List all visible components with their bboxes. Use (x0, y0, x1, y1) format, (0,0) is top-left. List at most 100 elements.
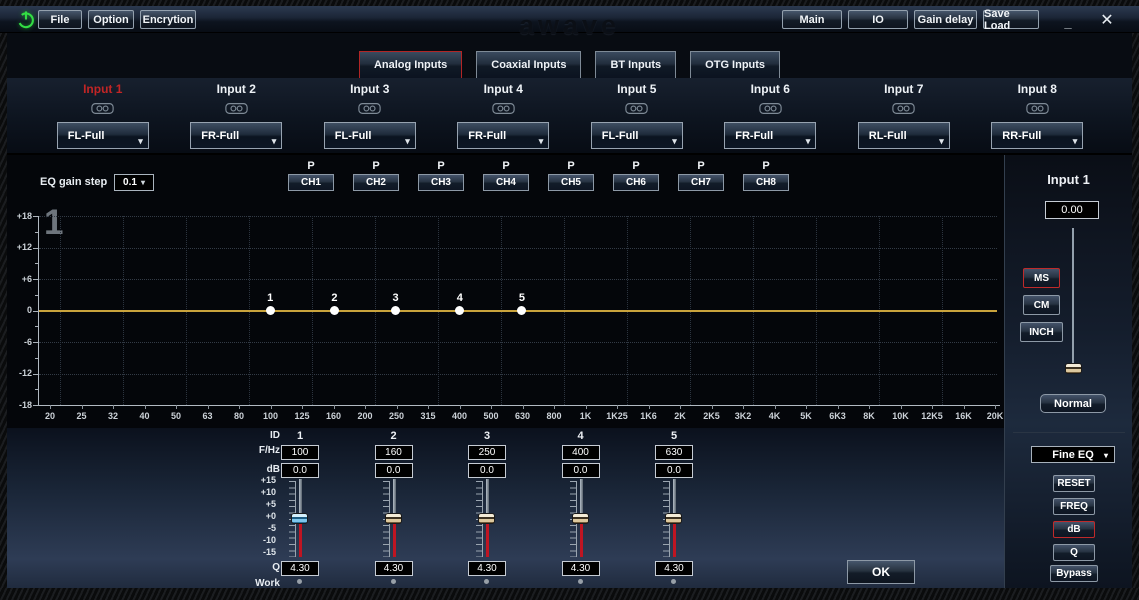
slider-thumb[interactable] (1065, 363, 1082, 374)
main-button[interactable]: Main (782, 10, 842, 29)
channel-select[interactable]: FL-Full ▾ (324, 122, 416, 149)
reset-button[interactable]: RESET (1053, 475, 1095, 492)
eq-point[interactable] (391, 306, 400, 315)
input-label[interactable]: Input 2 (217, 82, 256, 96)
band-q-input[interactable]: 4.30 (468, 561, 506, 576)
work-indicator (578, 579, 583, 584)
normal-button[interactable]: Normal (1040, 394, 1106, 413)
input-label[interactable]: Input 7 (884, 82, 923, 96)
link-icon[interactable] (225, 102, 248, 115)
slider-thumb[interactable] (291, 513, 308, 524)
eq-band: 1 100 0.0 4.30 (270, 428, 330, 588)
band-slider[interactable] (393, 479, 396, 559)
tab-coaxial-inputs[interactable]: Coaxial Inputs (476, 51, 581, 78)
axis-tick (365, 405, 366, 409)
link-icon[interactable] (91, 102, 114, 115)
ch-button[interactable]: CH2 (353, 174, 399, 191)
ch-button[interactable]: CH7 (678, 174, 724, 191)
slider-thumb[interactable] (665, 513, 682, 524)
channel-select[interactable]: FL-Full ▾ (591, 122, 683, 149)
freq-button[interactable]: FREQ (1053, 498, 1095, 515)
chevron-down-icon: ▾ (672, 136, 677, 147)
slider-thumb[interactable] (572, 513, 589, 524)
band-slider[interactable] (673, 479, 676, 559)
ch-button[interactable]: CH4 (483, 174, 529, 191)
link-icon[interactable] (759, 102, 782, 115)
eq-point[interactable] (455, 306, 464, 315)
band-q-input[interactable]: 4.30 (655, 561, 693, 576)
channel-select[interactable]: FR-Full ▾ (457, 122, 549, 149)
io-button[interactable]: IO (848, 10, 908, 29)
freq-axis-label: 160 (317, 411, 351, 421)
unit-ms-button[interactable]: MS (1023, 268, 1060, 288)
channel-select[interactable]: FR-Full ▾ (190, 122, 282, 149)
band-q-input[interactable]: 4.30 (562, 561, 600, 576)
ok-button[interactable]: OK (847, 560, 915, 584)
band-freq-input[interactable]: 100 (281, 445, 319, 460)
channel-select[interactable]: RR-Full ▾ (991, 122, 1083, 149)
eq-point-label: 5 (512, 292, 532, 304)
band-freq-input[interactable]: 630 (655, 445, 693, 460)
band-freq-input[interactable]: 400 (562, 445, 600, 460)
band-slider[interactable] (580, 479, 583, 559)
gain-delay-button[interactable]: Gain delay (914, 10, 977, 29)
eq-point[interactable] (517, 306, 526, 315)
tab-bt-inputs[interactable]: BT Inputs (595, 51, 676, 78)
eq-point[interactable] (266, 306, 275, 315)
eq-point[interactable] (330, 306, 339, 315)
channel-select[interactable]: FL-Full ▾ (57, 122, 149, 149)
input-label[interactable]: Input 1 (83, 82, 122, 96)
band-db-input[interactable]: 0.0 (655, 463, 693, 478)
tab-otg-inputs[interactable]: OTG Inputs (690, 51, 780, 78)
delay-slider[interactable] (1072, 228, 1074, 374)
band-db-input[interactable]: 0.0 (468, 463, 506, 478)
band-freq-input[interactable]: 160 (375, 445, 413, 460)
input-label[interactable]: Input 4 (484, 82, 523, 96)
unit-inch-button[interactable]: INCH (1020, 322, 1063, 342)
unit-cm-button[interactable]: CM (1023, 295, 1060, 315)
band-db-input[interactable]: 0.0 (562, 463, 600, 478)
slider-thumb[interactable] (478, 513, 495, 524)
band-q-input[interactable]: 4.30 (281, 561, 319, 576)
q-button[interactable]: Q (1053, 544, 1095, 561)
band-freq-input[interactable]: 250 (468, 445, 506, 460)
chevron-down-icon: ▾ (1104, 451, 1108, 460)
ch-button[interactable]: CH6 (613, 174, 659, 191)
link-icon[interactable] (1026, 102, 1049, 115)
save-load-button[interactable]: Save Load (983, 10, 1039, 29)
ch-button[interactable]: CH5 (548, 174, 594, 191)
tab-analog-inputs[interactable]: Analog Inputs (359, 51, 462, 78)
link-icon[interactable] (625, 102, 648, 115)
eq-mode-select[interactable]: Fine EQ ▾ (1031, 446, 1115, 463)
link-icon[interactable] (892, 102, 915, 115)
band-q-input[interactable]: 4.30 (375, 561, 413, 576)
link-icon[interactable] (492, 102, 515, 115)
ch-button[interactable]: CH3 (418, 174, 464, 191)
x-axis (38, 405, 1000, 406)
carbon-frame-bottom (0, 588, 1139, 600)
delay-value-input[interactable]: 0.00 (1045, 201, 1099, 219)
eq-gain-step-select[interactable]: 0.1 ▾ (114, 174, 154, 191)
channel-select[interactable]: FR-Full ▾ (724, 122, 816, 149)
minimize-button[interactable]: _ (1057, 6, 1079, 30)
axis-tick (869, 405, 870, 409)
input-label[interactable]: Input 8 (1018, 82, 1057, 96)
input-label[interactable]: Input 6 (751, 82, 790, 96)
input-label[interactable]: Input 5 (617, 82, 656, 96)
input-label[interactable]: Input 3 (350, 82, 389, 96)
band-db-input[interactable]: 0.0 (281, 463, 319, 478)
db-button[interactable]: dB (1053, 521, 1095, 538)
band-db-input[interactable]: 0.0 (375, 463, 413, 478)
ch-button[interactable]: CH1 (288, 174, 334, 191)
close-icon[interactable]: ✕ (1094, 9, 1120, 31)
eq-mode-value: Fine EQ (1052, 449, 1094, 461)
slider-track-lower (393, 519, 396, 557)
axis-tick (901, 405, 902, 409)
bypass-button[interactable]: Bypass (1050, 565, 1098, 582)
band-slider[interactable] (486, 479, 489, 559)
channel-select[interactable]: RL-Full ▾ (858, 122, 950, 149)
link-icon[interactable] (358, 102, 381, 115)
ch-button[interactable]: CH8 (743, 174, 789, 191)
slider-thumb[interactable] (385, 513, 402, 524)
band-slider[interactable] (299, 479, 302, 559)
